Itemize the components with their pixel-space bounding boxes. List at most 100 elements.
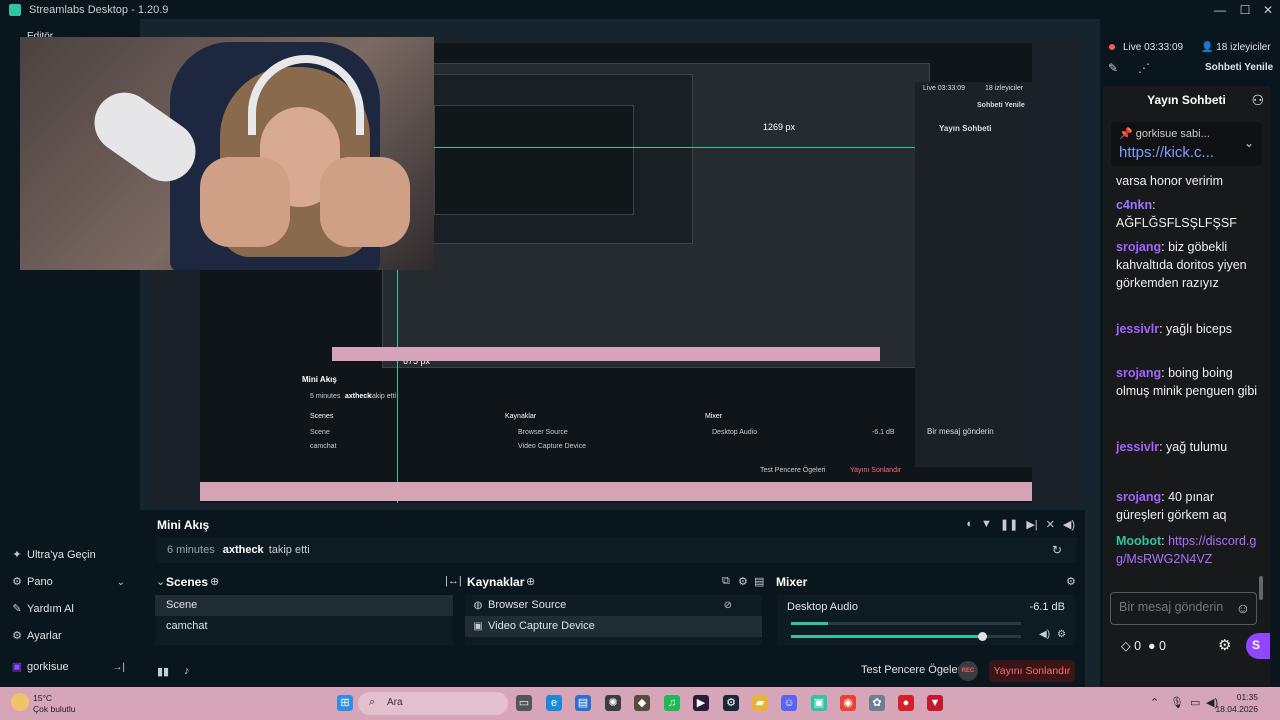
source-item[interactable]: ▣ Video Capture Device	[465, 616, 762, 637]
skip-icon[interactable]: ▶|	[1026, 518, 1037, 531]
explorer-icon[interactable]: ▰	[752, 695, 768, 711]
adobe-icon[interactable]: ●	[898, 695, 914, 711]
notification-bell-icon[interactable]: ♪	[184, 665, 190, 677]
chatgpt-icon[interactable]: ✺	[605, 695, 621, 711]
chat-scrollbar[interactable]	[1259, 576, 1263, 600]
sidebar-item-dashboard[interactable]: ⚙ Pano ⌄	[0, 570, 140, 594]
chat-message-input[interactable]	[1119, 600, 1237, 614]
task-view-icon[interactable]: ▭	[516, 695, 532, 711]
shield-icon[interactable]: ◐	[966, 518, 973, 531]
store-icon[interactable]: ▤	[575, 695, 591, 711]
steam-icon[interactable]: ⚙	[723, 695, 739, 711]
share-icon[interactable]: ⋰	[1138, 61, 1150, 75]
add-scene-icon[interactable]: ⊕	[210, 575, 219, 588]
chat-username[interactable]: srojang	[1116, 240, 1161, 254]
weather-icon[interactable]	[11, 693, 29, 711]
minimize-button[interactable]: —	[1208, 0, 1232, 19]
mixer-panel: Desktop Audio -6.1 dB ◀) ⚙	[777, 595, 1075, 645]
network-icon[interactable]: ▭	[1190, 696, 1200, 709]
folder-icon[interactable]: ▤	[754, 575, 764, 588]
mute-alerts-icon[interactable]: ✕	[1046, 518, 1055, 531]
streamlabs-icon[interactable]: ▣	[811, 695, 827, 711]
channel-points[interactable]: ◇ 0 ● 0	[1121, 638, 1166, 653]
tray-chevron-icon[interactable]: ⌃	[1150, 696, 1159, 709]
nested-follow-user: axtheck	[345, 393, 372, 400]
chevron-down-icon[interactable]: ⌄	[1244, 136, 1254, 150]
sidebar-item-settings[interactable]: ⚙ Ayarlar	[0, 624, 140, 648]
sidebar-item-help[interactable]: ✎ Yardım Al	[0, 597, 140, 621]
close-button[interactable]: ✕	[1256, 0, 1280, 19]
hidden-eye-icon[interactable]: ⊘	[724, 595, 732, 616]
source-item[interactable]: ◍ Browser Source ⊘	[465, 595, 762, 616]
gear-icon: ⚙	[12, 630, 22, 642]
filter-icon[interactable]: ▼	[981, 518, 992, 531]
mixer-db: -6.1 dB	[1029, 601, 1065, 613]
edge-icon[interactable]: e	[546, 695, 562, 711]
refresh-chat-button[interactable]: Sohbeti Yenile	[1205, 62, 1273, 73]
logout-icon[interactable]: →|	[112, 662, 125, 673]
chat-send-button[interactable]: S	[1246, 633, 1270, 659]
speaker-icon[interactable]: ◀)	[1039, 629, 1050, 640]
sidebar-item-label: gorkisue	[27, 661, 69, 673]
chat-settings-icon[interactable]: ⚙	[1218, 636, 1231, 654]
premiere-icon[interactable]: ▶	[693, 695, 709, 711]
pinned-message[interactable]: 📌 gorkisue sabi... https://kick.c... ⌄	[1111, 122, 1262, 166]
chat-username[interactable]: srojang	[1116, 490, 1161, 504]
chevron-down-icon[interactable]: ⌄	[117, 577, 125, 588]
sidebar-item-account[interactable]: ▣ gorkisue →|	[0, 655, 140, 679]
dimension-label: 1269 px	[763, 122, 796, 132]
discord-icon[interactable]: ☺	[781, 695, 797, 711]
app-icon[interactable]: ✿	[869, 695, 885, 711]
league-icon[interactable]: ◆	[634, 695, 650, 711]
end-stream-button[interactable]: Yayını Sonlandır	[989, 660, 1075, 682]
weather-temp[interactable]: 15°C	[33, 693, 52, 703]
chat-input-box[interactable]: ☺	[1110, 592, 1257, 625]
chat-username[interactable]: jessivlr	[1116, 440, 1159, 454]
replay-icon[interactable]: ↻	[1052, 543, 1062, 557]
microphone-icon[interactable]: 🎙	[1170, 696, 1184, 709]
sidebar-item-ultra[interactable]: ✦ Ultra'ya Geçin	[0, 543, 140, 567]
maximize-button[interactable]: ☐	[1233, 0, 1257, 19]
activity-user[interactable]: axtheck	[223, 544, 264, 556]
weather-desc[interactable]: Çok bulutlu	[33, 704, 76, 714]
add-source-icon[interactable]: ⊕	[526, 575, 535, 588]
scene-item[interactable]: camchat	[155, 616, 453, 637]
taskbar-time[interactable]: 01:35	[1222, 692, 1258, 702]
source-group-icon[interactable]: ⚙	[738, 575, 748, 588]
scene-transition-icon[interactable]: |↔|	[445, 575, 462, 587]
pinned-link[interactable]: https://kick.c...	[1119, 144, 1214, 161]
valorant-icon[interactable]: ▼	[927, 695, 943, 711]
chat-username[interactable]: c4nkn	[1116, 198, 1152, 212]
start-icon[interactable]: ⊞	[337, 695, 353, 711]
test-widgets-button[interactable]: Test Pencere Ögeleri	[861, 664, 964, 676]
source-list: ◍ Browser Source ⊘ ▣ Video Capture Device	[465, 595, 762, 645]
chat-username[interactable]: srojang	[1116, 366, 1161, 380]
webcam-overlay[interactable]	[20, 37, 434, 270]
pinned-user: 📌 gorkisue sabi...	[1119, 128, 1210, 140]
edit-icon[interactable]: ✎	[1108, 61, 1118, 75]
emoji-icon[interactable]: ☺	[1236, 600, 1250, 616]
taskbar-search[interactable]: ⌕ Ara	[358, 692, 508, 715]
volume-slider[interactable]	[791, 632, 1021, 641]
chrome-icon[interactable]: ◉	[840, 695, 856, 711]
performance-icon[interactable]: ▮▮	[157, 665, 169, 678]
nested-scene: Scene	[310, 429, 330, 436]
volume-icon[interactable]: ◀)	[1063, 518, 1075, 531]
record-button[interactable]: REC	[958, 661, 978, 681]
taskbar-date[interactable]: 18.04.2026	[1202, 704, 1258, 714]
chat-username[interactable]: Moobot	[1116, 534, 1161, 548]
chat-username[interactable]: jessivlr	[1116, 322, 1159, 336]
source-copy-icon[interactable]: ⧉	[722, 575, 730, 588]
pinned-user-label: gorkisue sabi...	[1135, 128, 1210, 140]
spotify-icon[interactable]: ♫	[664, 695, 680, 711]
volume-fill	[791, 635, 982, 638]
title-bar: Streamlabs Desktop - 1.20.9 — ☐ ✕	[0, 0, 1280, 19]
scene-item[interactable]: Scene	[155, 595, 453, 616]
chevron-down-icon[interactable]: ⌄	[156, 575, 165, 588]
volume-knob[interactable]	[977, 632, 987, 641]
pause-icon[interactable]: ❚❚	[1000, 518, 1018, 531]
audio-settings-icon[interactable]: ⚙	[1057, 629, 1066, 640]
users-icon[interactable]: ⚇	[1251, 92, 1264, 109]
mixer-settings-icon[interactable]: ⚙	[1066, 575, 1076, 588]
nested-chat-title: Yayın Sohbeti	[939, 124, 992, 133]
